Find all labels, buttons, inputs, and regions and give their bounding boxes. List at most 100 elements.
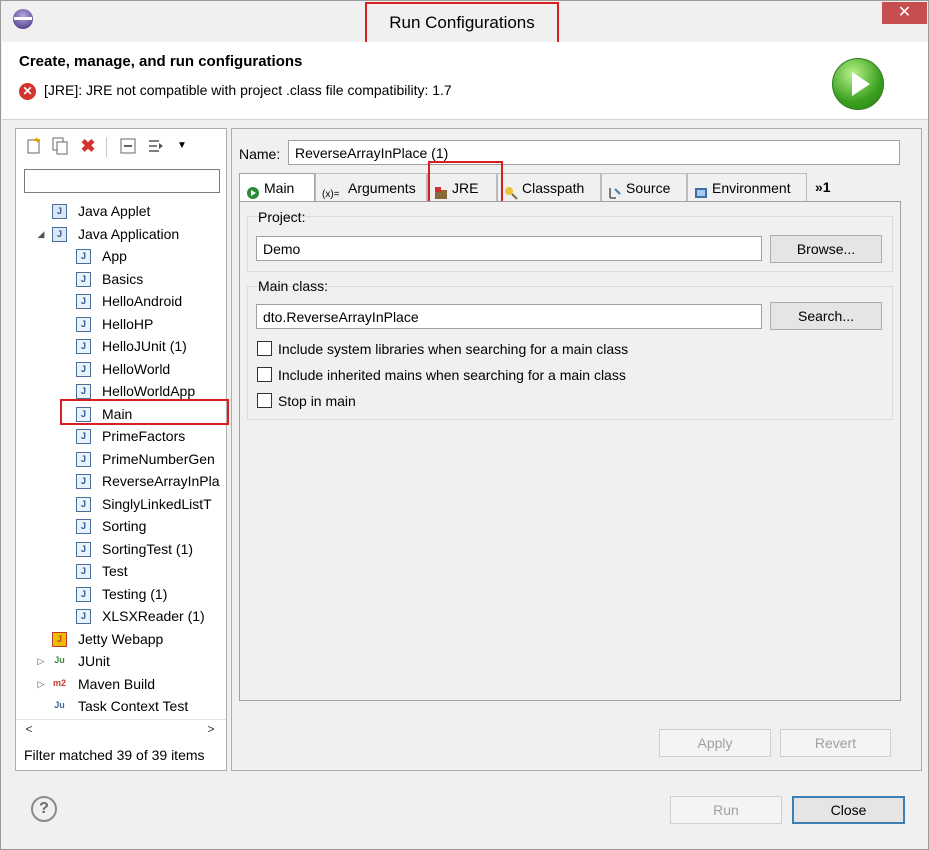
close-button[interactable]: Close (792, 796, 905, 824)
tree-item[interactable]: J XLSXReader (1) (16, 605, 226, 627)
checkbox[interactable] (257, 393, 272, 408)
j-icon: J (76, 272, 91, 287)
tab-arguments-label: Arguments (348, 180, 416, 196)
title-bar: Run Configurations ✕ (1, 1, 928, 44)
tree-item[interactable]: J SortingTest (1) (16, 538, 226, 560)
tree-item-label: Basics (102, 271, 144, 287)
source-tab-icon (608, 181, 622, 200)
tab-arguments[interactable]: (x)= Arguments (315, 173, 427, 201)
tree-item[interactable]: ▷ Ju JUnit (16, 650, 226, 672)
tree-item[interactable]: J PrimeNumberGen (16, 448, 226, 470)
search-button[interactable]: Search... (770, 302, 882, 330)
tree-item-label: Testing (1) (102, 586, 168, 602)
tab-overflow-button[interactable]: »1 (807, 173, 839, 201)
collapse-all-icon[interactable] (119, 137, 137, 155)
tree-item-label: PrimeFactors (102, 428, 186, 444)
checkbox[interactable] (257, 341, 272, 356)
arguments-tab-icon: (x)= (322, 189, 340, 201)
expanded-arrow-icon[interactable]: ◢ (36, 223, 46, 245)
tree-item[interactable]: Ju Task Context Test (16, 695, 226, 717)
tab-classpath[interactable]: Classpath (497, 173, 601, 201)
collapsed-arrow-icon[interactable]: ▷ (36, 650, 46, 672)
tab-main[interactable]: Main (239, 173, 315, 202)
tree-item[interactable]: J ReverseArrayInPla (16, 470, 226, 492)
main-tab-icon (246, 181, 260, 200)
title-highlight: Run Configurations (365, 2, 559, 44)
project-label: Project: (258, 209, 306, 225)
tree-item-label: ReverseArrayInPla (102, 473, 220, 489)
tree-item-label: HelloAndroid (102, 293, 183, 309)
j-icon: J (76, 362, 91, 377)
filter-input[interactable] (24, 169, 220, 193)
name-field[interactable] (288, 140, 900, 165)
applet-icon: J (52, 204, 67, 219)
scroll-right-icon[interactable]: > (204, 722, 218, 736)
error-message: [JRE]: JRE not compatible with project .… (44, 82, 452, 98)
tree-item[interactable]: J Test (16, 560, 226, 582)
j-icon: J (76, 294, 91, 309)
scroll-left-icon[interactable]: < (22, 722, 36, 736)
horizontal-scrollbar[interactable]: < > (16, 719, 226, 739)
main-class-input[interactable] (257, 305, 761, 328)
tree-item[interactable]: J SinglyLinkedListT (16, 493, 226, 515)
j-icon: J (76, 564, 91, 579)
tree-item[interactable]: J PrimeFactors (16, 425, 226, 447)
revert-button[interactable]: Revert (780, 729, 891, 757)
tree-item[interactable]: ▷ m2 Maven Build (16, 673, 226, 695)
dialog-header: Create, manage, and run configurations ✕… (2, 42, 928, 120)
configuration-editor: Name: Main (x)=Arguments JRE Classpa (231, 128, 922, 771)
project-input[interactable] (257, 237, 761, 260)
collapsed-arrow-icon[interactable]: ▷ (36, 673, 46, 695)
tree-item-label: Java Application (78, 226, 180, 242)
toolbar-separator (106, 137, 107, 157)
filter-text[interactable] (25, 170, 219, 192)
tree-item[interactable]: J Basics (16, 268, 226, 290)
tree-item-label: SinglyLinkedListT (102, 496, 212, 512)
name-input[interactable] (289, 141, 899, 164)
run-button[interactable]: Run (670, 796, 782, 824)
tree-item[interactable]: J HelloAndroid (16, 290, 226, 312)
duplicate-icon[interactable] (51, 137, 69, 155)
tree-item[interactable]: J HelloWorld (16, 358, 226, 380)
tree-item[interactable]: J Testing (1) (16, 583, 226, 605)
name-label: Name: (239, 146, 281, 162)
tab-environment[interactable]: Environment (687, 173, 807, 201)
tree-item-label: Sorting (102, 518, 147, 534)
tree-item[interactable]: J Jetty Webapp (16, 628, 226, 650)
close-window-button[interactable]: ✕ (882, 2, 927, 24)
tree-item-label: App (102, 248, 127, 264)
j-icon: J (76, 497, 91, 512)
tree-item-label: Test (102, 563, 128, 579)
tree-item[interactable]: J Java Applet (16, 200, 226, 222)
browse-button[interactable]: Browse... (770, 235, 882, 263)
j-icon: J (76, 542, 91, 557)
tree-item-label: Jetty Webapp (78, 631, 164, 647)
tab-main-label: Main (264, 180, 295, 196)
tree-item[interactable]: J Sorting (16, 515, 226, 537)
main-class-field[interactable] (256, 304, 762, 329)
j-icon: J (76, 384, 91, 399)
main-tab-content: Project: Browse... Main class: Search...… (239, 201, 901, 701)
configuration-tree: J Java Applet ◢ J Java Application J App J Basic… (16, 200, 226, 720)
tab-source-label: Source (626, 180, 671, 196)
tab-classpath-label: Classpath (522, 180, 585, 196)
tree-item[interactable]: J HelloHP (16, 313, 226, 335)
tree-item[interactable]: J App (16, 245, 226, 267)
project-field[interactable] (256, 236, 762, 261)
tab-source[interactable]: Source (601, 173, 687, 201)
tree-item[interactable]: ◢ J Java Application (16, 223, 226, 245)
view-menu-icon[interactable]: ▼ (173, 137, 191, 155)
help-icon[interactable]: ? (31, 796, 57, 822)
checkbox[interactable] (257, 367, 272, 382)
delete-icon[interactable]: ✖ (79, 137, 97, 155)
classpath-tab-icon (504, 181, 518, 201)
environment-tab-icon (694, 181, 708, 199)
filter-icon[interactable] (147, 137, 165, 155)
new-config-icon[interactable] (25, 137, 43, 155)
tree-item-label: Java Applet (78, 203, 151, 219)
run-icon (832, 58, 884, 110)
tree-item[interactable]: J HelloJUnit (1) (16, 335, 226, 357)
j-icon: J (76, 519, 91, 534)
apply-button[interactable]: Apply (659, 729, 771, 757)
jetty-icon: J (52, 632, 67, 647)
